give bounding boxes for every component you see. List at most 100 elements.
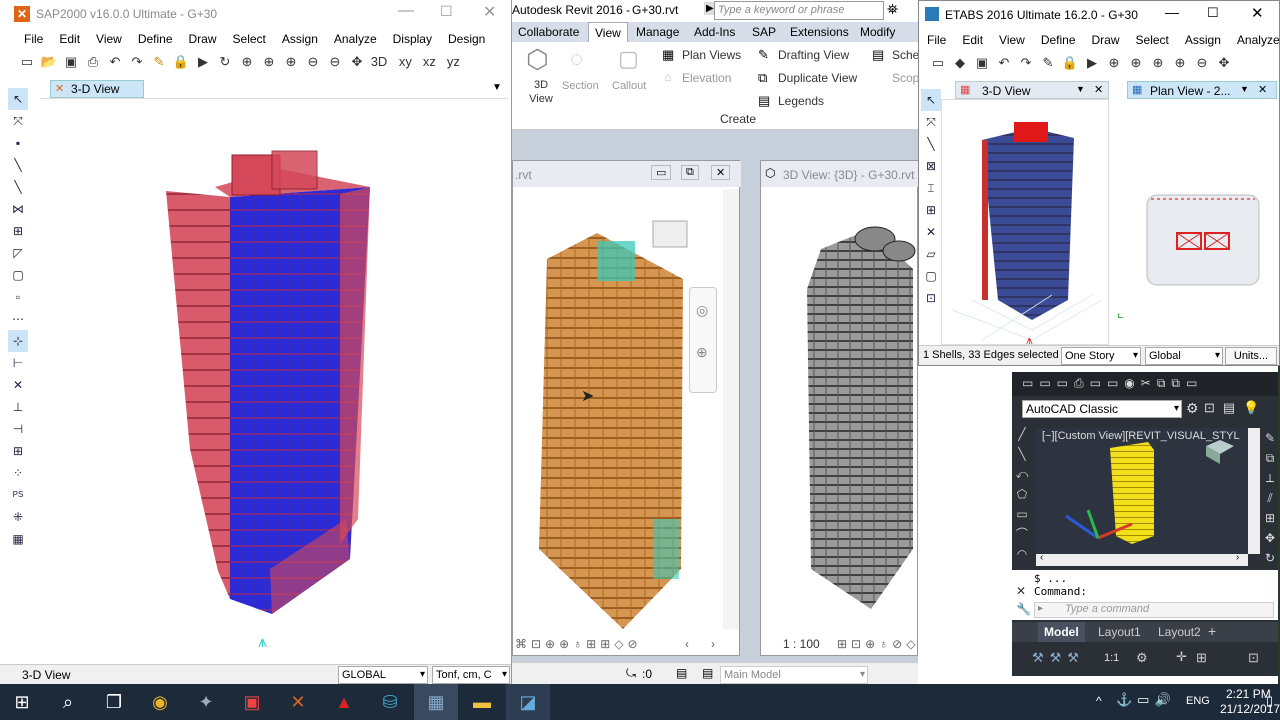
add-layout-icon[interactable]: +: [1208, 623, 1216, 639]
acad-plus-icon[interactable]: ✛: [1176, 649, 1187, 665]
schedules-button[interactable]: Sche: [892, 48, 918, 62]
etabs-beam-icon[interactable]: ⊞: [921, 199, 941, 221]
chrome-icon[interactable]: ◉: [138, 684, 182, 720]
snap-points-icon[interactable]: ⊹: [8, 330, 28, 352]
quick-draw-icon[interactable]: ⊞: [8, 220, 28, 242]
callout-button[interactable]: Callout: [612, 80, 646, 92]
revit-view2-titlebar[interactable]: ⬡ 3D View: {3D} - G+30.rvt: [761, 161, 918, 187]
etabs-plan-tab-close-icon[interactable]: ✕: [1258, 83, 1267, 96]
maximize-button[interactable]: ☐: [440, 3, 453, 20]
acad-polyline-icon[interactable]: ╲: [1012, 444, 1032, 464]
zoom-out-icon[interactable]: ⊖: [325, 52, 345, 72]
draw-cable-icon[interactable]: ╲: [8, 176, 28, 198]
etabs-pointer-icon[interactable]: ↖: [921, 89, 941, 111]
show-icon[interactable]: ▦: [8, 528, 28, 550]
acad-mirror-icon[interactable]: ⟂: [1262, 468, 1278, 488]
etabs-taskbar-icon[interactable]: ⛁: [368, 684, 412, 720]
etabs-undo-icon[interactable]: ↶: [994, 53, 1014, 73]
print-icon[interactable]: ⎙: [83, 52, 103, 72]
reshape-icon[interactable]: ⤧: [8, 110, 28, 132]
etabs-zoom1-icon[interactable]: ⊕: [1104, 53, 1124, 73]
revit-scale[interactable]: 1 : 100: [783, 637, 820, 651]
draw-frame-icon[interactable]: ╲: [8, 154, 28, 176]
3d-view-button[interactable]: 3D View: [526, 78, 556, 106]
sap-viewport[interactable]: ⩚: [40, 98, 508, 664]
file-explorer-icon[interactable]: ▬: [460, 684, 504, 720]
sap-units-select[interactable]: Tonf, cm, C: [432, 666, 510, 684]
etabs-minimize-button[interactable]: —: [1165, 4, 1179, 20]
snap-intersection-icon[interactable]: ✕: [8, 374, 28, 396]
etabs-pencil-icon[interactable]: ✎: [1038, 53, 1058, 73]
acad-rotate-icon[interactable]: ↻: [1262, 548, 1278, 568]
autocad-workspace-select[interactable]: AutoCAD Classic: [1022, 400, 1182, 418]
etabs-rect-icon[interactable]: ▢: [921, 265, 941, 287]
autocad-vscroll[interactable]: [1248, 428, 1260, 554]
revit-workset-icon[interactable]: ▤: [702, 666, 713, 680]
etabs-maximize-button[interactable]: ☐: [1207, 5, 1219, 21]
snap-icon[interactable]: ⋯: [8, 308, 28, 330]
lock-icon[interactable]: 🔒: [171, 52, 191, 72]
sap-coord-system-select[interactable]: GLOBAL: [338, 666, 428, 684]
menu-draw[interactable]: Draw: [181, 30, 225, 48]
view-yz-button[interactable]: yz: [442, 52, 464, 72]
duplicate-view-button[interactable]: Duplicate View: [778, 71, 857, 85]
menu-assign[interactable]: Assign: [274, 30, 326, 48]
revit-taskbar-icon[interactable]: ▦: [414, 684, 458, 720]
action-center-icon[interactable]: ▯: [1266, 693, 1273, 709]
elevation-button[interactable]: Elevation: [682, 71, 731, 85]
etabs-zoom3-icon[interactable]: ⊕: [1148, 53, 1168, 73]
etabs-zoom4-icon[interactable]: ⊕: [1170, 53, 1190, 73]
redo-icon[interactable]: ↷: [127, 52, 147, 72]
etabs-3d-tab-close-icon[interactable]: ✕: [1094, 83, 1103, 96]
etabs-close-button[interactable]: ✕: [1251, 4, 1264, 22]
undo-icon[interactable]: ↶: [105, 52, 125, 72]
zoom-region-icon[interactable]: ⊕: [696, 344, 708, 361]
zoom-in-icon[interactable]: ⊕: [259, 52, 279, 72]
acad-offset-icon[interactable]: ⫽: [1262, 488, 1278, 508]
tab-layout1[interactable]: Layout1: [1092, 622, 1147, 642]
acad-line-icon[interactable]: ╱: [1012, 424, 1032, 444]
acad-rect-icon[interactable]: ▭: [1012, 504, 1032, 524]
view-xy-button[interactable]: xy: [394, 52, 416, 72]
tab-extensions[interactable]: Extensions: [784, 22, 855, 42]
search-icon[interactable]: ⌕: [46, 684, 90, 720]
etabs-story-select[interactable]: One Story: [1061, 347, 1141, 365]
etabs-3d-tab-dropdown-icon[interactable]: ▼: [1076, 84, 1085, 94]
run-icon[interactable]: ▶: [193, 52, 213, 72]
etabs-menu-file[interactable]: File: [919, 31, 954, 49]
etabs-run-icon[interactable]: ▶: [1082, 53, 1102, 73]
command-close-icon[interactable]: ✕: [1016, 584, 1026, 598]
etabs-menu-analyze[interactable]: Analyze: [1229, 31, 1279, 49]
legends-button[interactable]: Legends: [778, 94, 824, 108]
binoculars-icon[interactable]: ⛯: [887, 1, 898, 18]
etabs-zoom-out-icon[interactable]: ⊖: [1192, 53, 1212, 73]
etabs-plan-tab-dropdown-icon[interactable]: ▼: [1240, 84, 1249, 94]
view-control-icons[interactable]: ⌘⊡⊕⊕♁⊞⊞◇⊘: [515, 637, 642, 651]
tab-view[interactable]: View: [588, 22, 628, 44]
clock-time[interactable]: 2:21 PM: [1226, 687, 1271, 701]
app-icon-2[interactable]: ▣: [230, 684, 274, 720]
etabs-units-button[interactable]: Units...: [1225, 347, 1277, 365]
scroll-right-icon[interactable]: ›: [711, 637, 719, 651]
acad-polygon-icon[interactable]: ⬠: [1012, 484, 1032, 504]
tray-up-icon[interactable]: ^: [1096, 694, 1102, 708]
tray-icons[interactable]: ⚓▭🔊: [1116, 692, 1176, 708]
view2-control-icons[interactable]: ⊞⊡⊕♁⊘◇: [837, 637, 918, 651]
menu-display[interactable]: Display: [385, 30, 440, 48]
hscroll-left-icon[interactable]: ‹: [1040, 552, 1043, 563]
grid-snap-icon[interactable]: ⊞: [8, 440, 28, 462]
snap-perpendicular-icon[interactable]: ⊥: [8, 396, 28, 418]
etabs-area-icon[interactable]: ▱: [921, 243, 941, 265]
etabs-reshape-icon[interactable]: ⤧: [921, 111, 941, 133]
sap-view-tab[interactable]: ✕ 3-D View: [50, 80, 144, 98]
save-icon[interactable]: ▣: [61, 52, 81, 72]
tab-manage[interactable]: Manage: [630, 22, 685, 42]
sap-tab-dropdown-icon[interactable]: ▼: [492, 82, 502, 93]
tab-sap[interactable]: SAP: [746, 22, 782, 42]
etabs-lock-icon[interactable]: 🔒: [1060, 53, 1080, 73]
autocad-viewport[interactable]: [−][Custom View][REVIT_VISUAL_STYL: [1036, 428, 1248, 554]
acad-arc-icon[interactable]: ⤺: [1012, 464, 1032, 484]
app-icon-1[interactable]: ✦: [184, 684, 228, 720]
acad-move-icon[interactable]: ✥: [1262, 528, 1278, 548]
keyboard-language[interactable]: ENG: [1186, 695, 1210, 707]
